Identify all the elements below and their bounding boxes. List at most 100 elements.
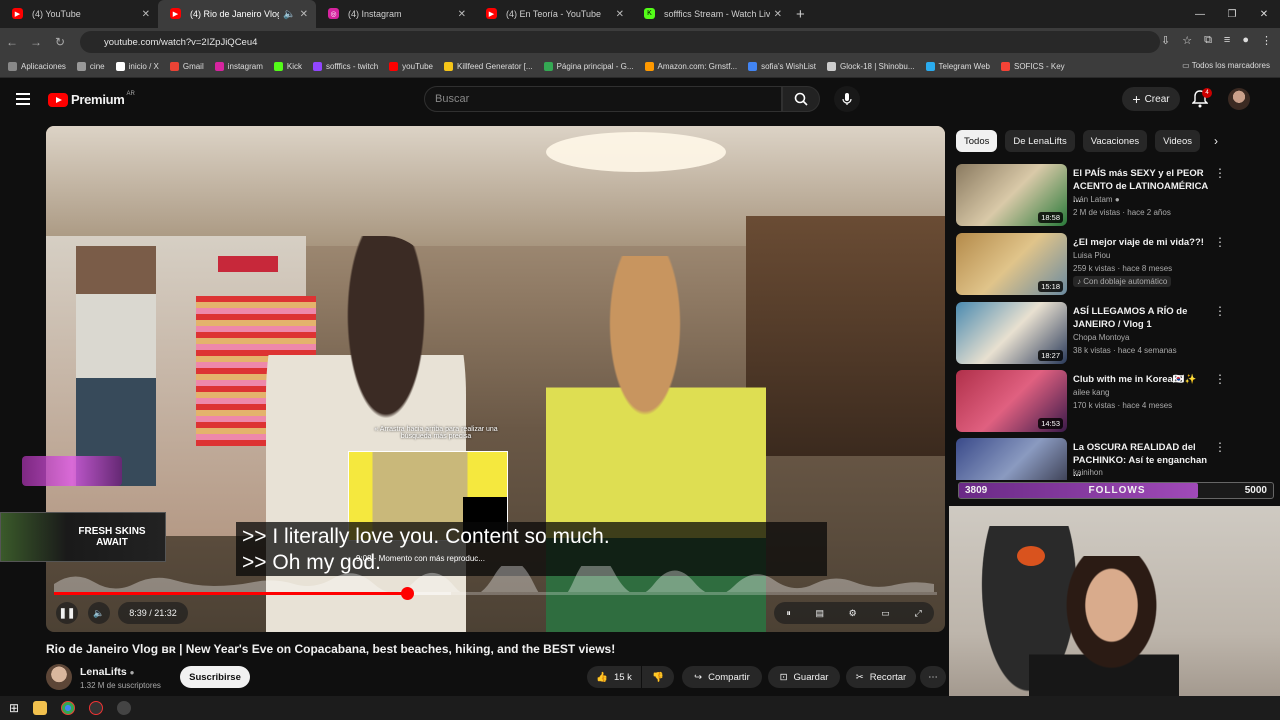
app-icon[interactable] — [89, 701, 104, 715]
menu-kebab-icon[interactable]: ⋮ — [1261, 34, 1272, 47]
video-thumbnail[interactable]: 14:53 — [956, 370, 1067, 432]
more-actions-button[interactable]: ⋯ — [920, 666, 946, 688]
more-options-icon[interactable]: ⋮ — [1214, 304, 1226, 318]
chrome-icon[interactable] — [61, 701, 76, 715]
new-tab-icon[interactable]: + — [796, 6, 805, 23]
like-button[interactable]: 👍 15 k — [587, 666, 641, 688]
bookmark-item[interactable]: Aplicaciones — [8, 62, 66, 71]
more-options-icon[interactable]: ⋮ — [1214, 166, 1226, 180]
video-thumbnail[interactable]: 15:18 — [956, 233, 1067, 295]
bookmark-item[interactable]: cine — [76, 62, 105, 71]
chip-vacations[interactable]: Vacaciones — [1082, 130, 1148, 152]
more-options-icon[interactable]: ⋮ — [1214, 440, 1226, 454]
browser-tab[interactable]: ◎ (4) Instagram ✕ — [316, 0, 474, 28]
close-tab-icon[interactable]: ✕ — [616, 9, 624, 20]
bookmark-item[interactable]: youTube — [389, 62, 433, 71]
folder-icon — [76, 62, 86, 71]
menu-hamburger-icon[interactable] — [16, 93, 30, 105]
channel-name: ailee kang — [1073, 388, 1110, 397]
volume-button[interactable]: 🔈 — [88, 602, 110, 624]
more-options-icon[interactable]: ⋮ — [1214, 372, 1226, 386]
autoplay-toggle-icon[interactable]: ⏸ — [786, 608, 791, 619]
recommended-video[interactable]: 18:27 ASÍ LLEGAMOS A RÍO de JANEIRO / Vl… — [956, 302, 1276, 364]
bookmark-item[interactable]: SOFICS - Key — [1000, 62, 1065, 71]
search-input[interactable]: Buscar — [424, 86, 782, 112]
close-tab-icon[interactable]: ✕ — [458, 9, 466, 20]
bookmark-item[interactable]: Glock-18 | Shinobu... — [826, 62, 915, 71]
browser-tab[interactable]: ▶ (4) YouTube ✕ — [0, 0, 158, 28]
obs-icon[interactable] — [117, 701, 132, 715]
windows-start-icon[interactable]: ⊞ — [9, 701, 19, 715]
channel-name[interactable]: LenaLifts ● — [80, 666, 134, 678]
video-thumbnail[interactable] — [956, 438, 1067, 480]
youtube-premium-logo[interactable]: Premium AR — [48, 91, 135, 107]
subscribe-button[interactable]: Suscribirse — [180, 666, 250, 688]
voice-search-button[interactable] — [834, 86, 860, 112]
clip-button[interactable]: ✂ Recortar — [846, 666, 916, 688]
bookmark-item[interactable]: Gmail — [169, 62, 204, 71]
settings-gear-icon[interactable]: ⚙ — [849, 608, 857, 619]
close-tab-icon[interactable]: ✕ — [774, 9, 782, 20]
channel-avatar[interactable] — [46, 664, 72, 690]
subscriber-count: 1.32 M de suscriptores — [80, 681, 161, 690]
recommended-video[interactable]: La OSCURA REALIDAD del PACHINKO: Así te … — [956, 438, 1276, 480]
recommended-video[interactable]: 14:53 Club with me in Korea🇰🇷✨ ailee kan… — [956, 370, 1276, 432]
bookmark-item[interactable]: Killfeed Generator [... — [444, 62, 533, 71]
close-tab-icon[interactable]: ✕ — [142, 9, 150, 20]
recommended-video[interactable]: 15:18 ¿El mejor viaje de mi vida??! Luis… — [956, 233, 1276, 295]
bookmark-item[interactable]: sofffics - twitch — [312, 62, 378, 71]
browser-tab[interactable]: Ksofffics Stream - Watch Live on ✕ — [632, 0, 790, 28]
install-icon[interactable]: ⇩ — [1161, 34, 1170, 47]
chip-all[interactable]: Todos — [956, 130, 998, 152]
dislike-button[interactable]: 👎 — [642, 666, 674, 688]
mute-tab-icon[interactable]: 🔈 — [283, 9, 295, 20]
forward-icon[interactable]: → — [24, 35, 48, 49]
chip-from-channel[interactable]: De LenaLifts — [1005, 130, 1075, 152]
extensions-icon[interactable]: ⧉ — [1204, 34, 1212, 47]
more-options-icon[interactable]: ⋮ — [1214, 235, 1226, 249]
notification-badge: 4 — [1202, 88, 1212, 98]
close-tab-icon[interactable]: ✕ — [300, 9, 308, 20]
reload-icon[interactable]: ↻ — [48, 35, 72, 49]
bookmark-item[interactable]: Telegram Web — [925, 62, 990, 71]
browser-tab[interactable]: ▶ (4) En Teoría - YouTube ✕ — [474, 0, 632, 28]
back-icon[interactable]: ← — [0, 35, 24, 49]
video-thumbnail[interactable]: 18:58 — [956, 164, 1067, 226]
video-thumbnail[interactable]: 18:27 — [956, 302, 1067, 364]
bookmark-item[interactable]: Página principal - G... — [543, 62, 634, 71]
video-player[interactable]: « Arrastra hacia arriba para realizar un… — [46, 126, 945, 632]
minimize-icon[interactable]: ― — [1184, 0, 1216, 28]
bookmark-star-icon[interactable]: ☆ — [1182, 34, 1192, 47]
url-input[interactable]: youtube.com/watch?v=2IZpJiQCeu4 — [80, 31, 1160, 53]
all-bookmarks-button[interactable]: ▭ Todos los marcadores — [1182, 61, 1270, 70]
maximize-icon[interactable]: ❐ — [1216, 0, 1248, 28]
save-button[interactable]: ⊡ Guardar — [768, 666, 840, 688]
create-button[interactable]: + Crear — [1122, 87, 1180, 111]
profile-icon[interactable]: ● — [1242, 34, 1249, 47]
close-window-icon[interactable]: ✕ — [1248, 0, 1280, 28]
search-button[interactable] — [782, 86, 820, 112]
subtitles-icon[interactable]: ▤ — [815, 608, 824, 619]
bookmark-item[interactable]: sofia's WishList — [748, 62, 816, 71]
thumbs-up-icon: 👍 — [596, 671, 608, 683]
theater-mode-icon[interactable]: ▭ — [881, 608, 890, 619]
media-icon[interactable]: ≡ — [1224, 34, 1230, 47]
pause-button[interactable]: ❚❚ — [56, 602, 78, 624]
fullscreen-icon[interactable]: ⤢ — [914, 608, 921, 619]
recommended-video[interactable]: 18:58 El PAÍS más SEXY y el PEOR ACENTO … — [956, 164, 1276, 226]
video-duration: 15:18 — [1038, 281, 1063, 292]
chip-videos[interactable]: Videos — [1155, 130, 1201, 152]
bookmark-item[interactable]: instagram — [214, 62, 263, 71]
bookmark-item[interactable]: Amazon.com: Grnstf... — [644, 62, 737, 71]
bookmark-item[interactable]: inicio / X — [115, 62, 159, 71]
chevron-right-icon[interactable]: › — [1214, 134, 1218, 148]
user-avatar[interactable] — [1228, 88, 1250, 110]
telegram-icon — [925, 62, 935, 71]
progress-bar[interactable] — [54, 587, 937, 600]
share-button[interactable]: ↪ Compartir — [682, 666, 762, 688]
browser-tab-active[interactable]: ▶ (4) Rio de Janeiro Vlog ʙʀ | 🔈 ✕ — [158, 0, 316, 28]
chip-label: Videos — [1163, 135, 1193, 147]
bookmark-item[interactable]: Kick — [273, 62, 302, 71]
file-explorer-icon[interactable] — [33, 701, 48, 715]
chip-label: Vacaciones — [1090, 135, 1140, 147]
